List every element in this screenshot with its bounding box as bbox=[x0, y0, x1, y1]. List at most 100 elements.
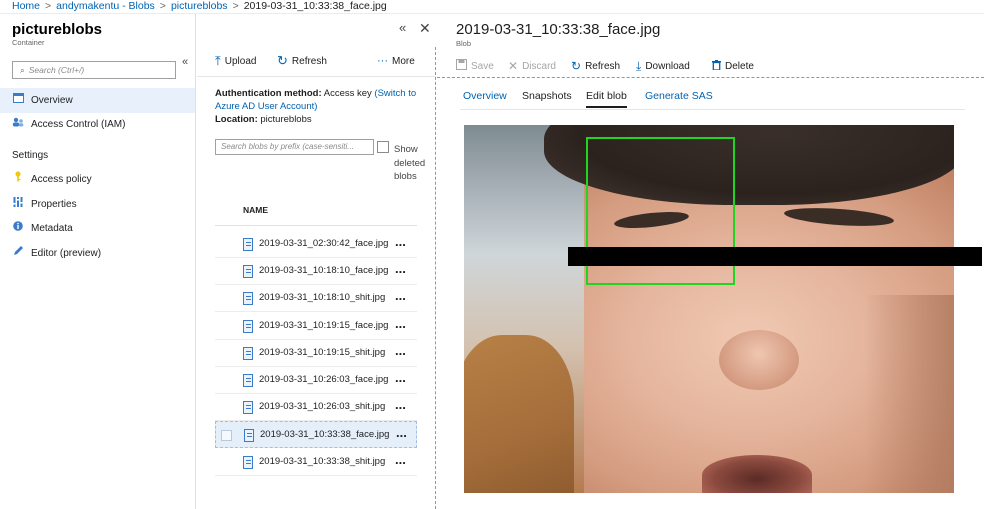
location-label: Location: bbox=[215, 114, 258, 125]
file-icon bbox=[243, 346, 253, 360]
tab-overview[interactable]: Overview bbox=[463, 90, 507, 106]
blob-subtitle: Blob bbox=[456, 39, 472, 48]
more-label: More bbox=[392, 55, 415, 67]
blob-name[interactable]: 2019-03-31_10:26:03_shit.jpg bbox=[259, 401, 385, 412]
refresh-blob-button[interactable]: ↻ Refresh bbox=[571, 58, 620, 74]
row-menu-button[interactable]: ... bbox=[395, 316, 406, 331]
discard-button[interactable]: ✕ Discard bbox=[508, 58, 556, 74]
row-menu-button[interactable]: ... bbox=[395, 343, 406, 358]
divider bbox=[197, 76, 435, 77]
close-blade-icon[interactable]: ✕ bbox=[419, 20, 431, 37]
refresh-icon: ↻ bbox=[277, 53, 288, 68]
blob-row[interactable]: 2019-03-31_10:26:03_shit.jpg... bbox=[215, 394, 417, 422]
nav-item-overview[interactable]: Overview bbox=[0, 88, 195, 113]
overview-icon bbox=[12, 88, 24, 113]
row-menu-button[interactable]: ... bbox=[395, 452, 406, 467]
divider bbox=[460, 109, 965, 110]
row-menu-button[interactable]: ... bbox=[395, 234, 406, 249]
nav-item-metadata[interactable]: Metadata bbox=[0, 216, 195, 241]
trash-icon bbox=[712, 59, 721, 73]
row-checkbox[interactable] bbox=[221, 430, 232, 442]
blob-row[interactable]: 2019-03-31_10:18:10_face.jpg... bbox=[215, 258, 417, 286]
key-icon bbox=[12, 167, 24, 192]
breadcrumb-account[interactable]: andymakentu - Blobs bbox=[56, 0, 155, 12]
refresh-button[interactable]: ↻ Refresh bbox=[277, 51, 327, 71]
blob-name[interactable]: 2019-03-31_10:26:03_face.jpg bbox=[259, 374, 388, 385]
blob-row[interactable]: 2019-03-31_10:26:03_face.jpg... bbox=[215, 367, 417, 394]
tab-generate-sas[interactable]: Generate SAS bbox=[645, 90, 713, 106]
upload-icon: ⤒ bbox=[215, 53, 221, 68]
breadcrumb-container[interactable]: pictureblobs bbox=[171, 0, 228, 12]
nav-item-access-control[interactable]: Access Control (IAM) bbox=[0, 112, 195, 137]
more-icon: ··· bbox=[377, 55, 388, 67]
blob-name[interactable]: 2019-03-31_02:30:42_face.jpg bbox=[259, 238, 388, 249]
blob-name[interactable]: 2019-03-31_10:18:10_face.jpg bbox=[259, 265, 388, 276]
row-menu-button[interactable]: ... bbox=[395, 261, 406, 276]
file-icon bbox=[243, 401, 253, 415]
file-icon bbox=[243, 292, 253, 306]
breadcrumb-separator: > bbox=[159, 0, 166, 12]
blob-row[interactable]: 2019-03-31_10:18:10_shit.jpg... bbox=[215, 285, 417, 313]
nav-item-access-policy[interactable]: Access policy bbox=[0, 167, 195, 192]
upload-label: Upload bbox=[224, 55, 257, 67]
blob-row[interactable]: 2019-03-31_10:33:38_shit.jpg... bbox=[215, 449, 417, 476]
blob-row[interactable]: 2019-03-31_10:19:15_face.jpg... bbox=[215, 313, 417, 340]
discard-label: Discard bbox=[522, 60, 556, 72]
save-icon bbox=[456, 59, 467, 73]
more-button[interactable]: ··· More bbox=[377, 51, 415, 71]
nav-item-editor[interactable]: Editor (preview) bbox=[0, 241, 195, 266]
delete-button[interactable]: Delete bbox=[712, 58, 754, 74]
blob-image-preview bbox=[464, 125, 954, 493]
file-icon bbox=[243, 265, 253, 279]
nav-item-label: Editor (preview) bbox=[31, 248, 102, 259]
blob-row[interactable]: 2019-03-31_02:30:42_face.jpg... bbox=[215, 231, 417, 258]
blob-name[interactable]: 2019-03-31_10:19:15_face.jpg bbox=[259, 320, 388, 331]
show-deleted-label: Show deleted blobs bbox=[394, 144, 426, 182]
download-button[interactable]: ⤓ Download bbox=[636, 58, 690, 74]
download-label: Download bbox=[645, 60, 690, 72]
breadcrumb-current: 2019-03-31_10:33:38_face.jpg bbox=[243, 0, 387, 12]
redaction-bar bbox=[568, 247, 982, 266]
show-deleted-checkbox[interactable] bbox=[377, 141, 389, 153]
location-value: pictureblobs bbox=[260, 114, 312, 125]
nav-item-properties[interactable]: Properties bbox=[0, 192, 195, 217]
blob-row[interactable]: 2019-03-31_10:33:38_face.jpg... bbox=[215, 421, 417, 449]
blob-name[interactable]: 2019-03-31_10:19:15_shit.jpg bbox=[259, 347, 385, 358]
breadcrumb: Home > andymakentu - Blobs > pictureblobs >20… bbox=[0, 0, 984, 14]
container-title: pictureblobs bbox=[12, 21, 103, 38]
save-button[interactable]: Save bbox=[456, 58, 494, 74]
discard-icon: ✕ bbox=[508, 59, 519, 73]
blob-prefix-search-input[interactable]: Search blobs by prefix (case-sensiti... bbox=[215, 139, 374, 155]
tab-snapshots[interactable]: Snapshots bbox=[522, 90, 572, 106]
info-icon bbox=[12, 216, 24, 241]
menu-search-input[interactable]: ⌕ Search (Ctrl+/) bbox=[12, 61, 176, 79]
properties-icon bbox=[12, 192, 24, 217]
pencil-icon bbox=[12, 241, 24, 266]
blob-name[interactable]: 2019-03-31_10:33:38_shit.jpg bbox=[259, 456, 385, 467]
tab-edit-blob[interactable]: Edit blob bbox=[586, 90, 627, 108]
collapse-menu-icon[interactable]: « bbox=[182, 56, 188, 68]
container-menu-blade: pictureblobs Container « ⌕ Search (Ctrl+/… bbox=[0, 14, 196, 509]
column-header-name[interactable]: NAME bbox=[243, 205, 268, 215]
row-menu-button[interactable]: ... bbox=[395, 288, 406, 303]
row-menu-button[interactable]: ... bbox=[396, 425, 407, 440]
divider bbox=[437, 77, 984, 78]
upload-button[interactable]: ⤒ Upload bbox=[215, 51, 256, 71]
refresh-label: Refresh bbox=[291, 55, 327, 67]
breadcrumb-separator: > bbox=[45, 0, 52, 12]
blob-name[interactable]: 2019-03-31_10:33:38_face.jpg bbox=[260, 429, 389, 440]
auth-value: Access key bbox=[323, 88, 372, 99]
refresh-label: Refresh bbox=[585, 60, 621, 72]
file-icon bbox=[243, 238, 253, 251]
settings-section-label: Settings bbox=[12, 150, 49, 161]
breadcrumb-home[interactable]: Home bbox=[12, 0, 40, 12]
nav-item-label: Metadata bbox=[31, 223, 73, 234]
blob-row[interactable]: 2019-03-31_10:19:15_shit.jpg... bbox=[215, 340, 417, 367]
blob-title: 2019-03-31_10:33:38_face.jpg bbox=[456, 21, 661, 38]
collapse-blade-icon[interactable]: « bbox=[399, 20, 406, 35]
file-icon bbox=[243, 319, 253, 333]
row-menu-button[interactable]: ... bbox=[395, 397, 406, 412]
blob-name[interactable]: 2019-03-31_10:18:10_shit.jpg bbox=[259, 292, 385, 303]
row-menu-button[interactable]: ... bbox=[395, 370, 406, 385]
auth-label: Authentication method: bbox=[215, 88, 322, 99]
